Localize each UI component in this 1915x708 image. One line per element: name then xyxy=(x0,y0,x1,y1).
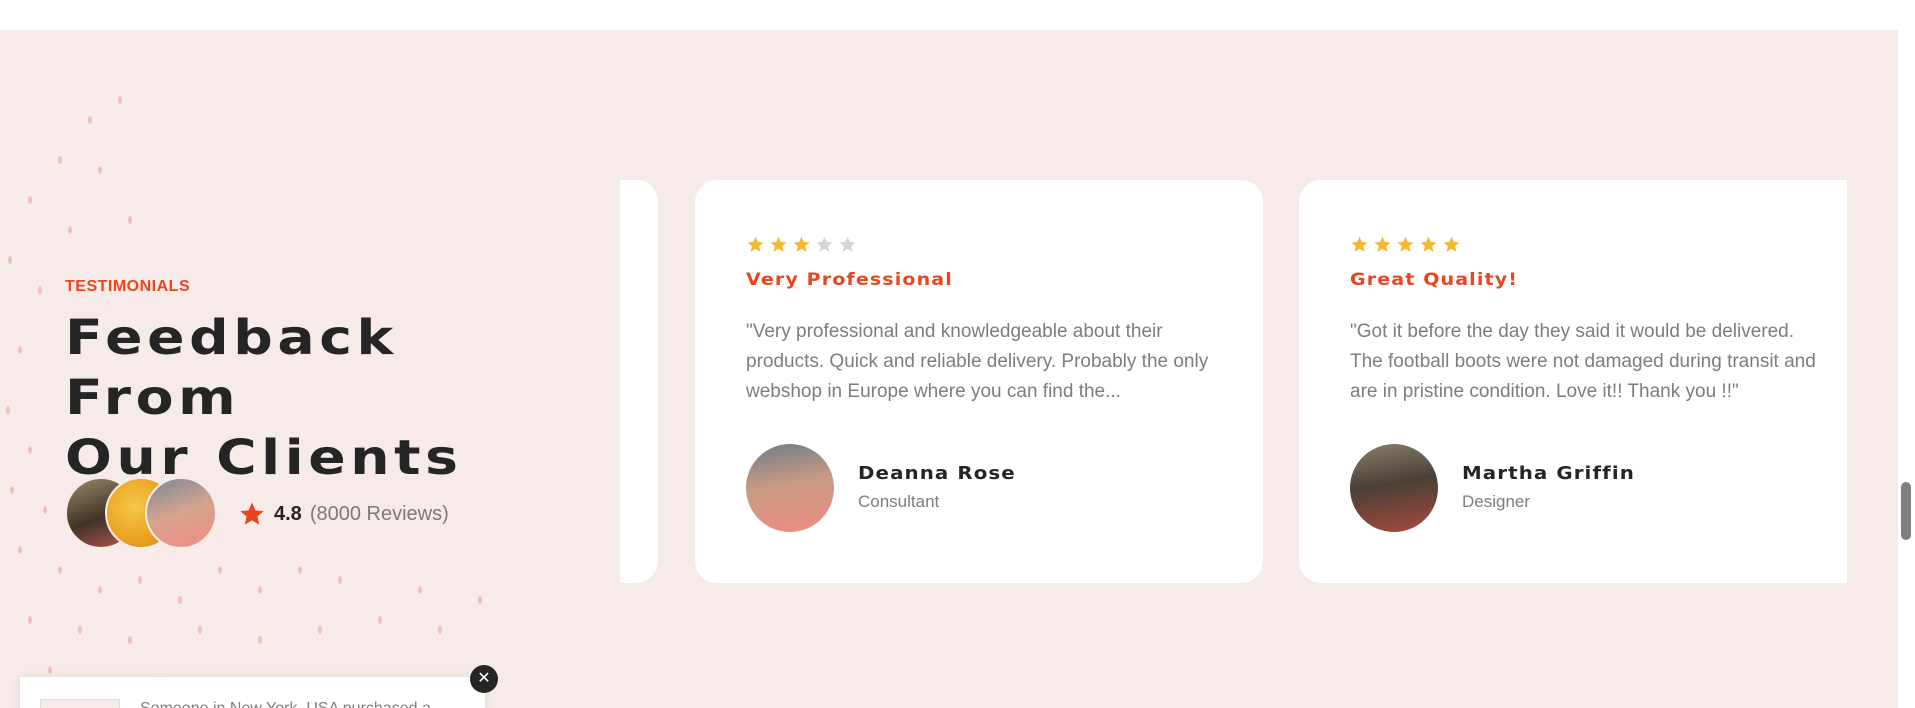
rating-value: 4.8 xyxy=(274,502,302,525)
close-icon[interactable]: ✕ xyxy=(470,665,498,693)
star-filled-icon xyxy=(1420,236,1437,252)
avatar xyxy=(145,477,217,549)
notification-text: Someone in New York, USA purchased a xyxy=(140,700,431,708)
purchase-notification[interactable]: Someone in New York, USA purchased a xyxy=(20,677,485,708)
testimonial-title: Great Quality! xyxy=(1350,270,1519,290)
reviewer-avatar xyxy=(746,444,834,532)
heading-line-1: Feedback From xyxy=(65,310,398,426)
reviewer-name: Martha Griffin xyxy=(1462,463,1635,484)
overall-rating: 4.8 (8000 Reviews) xyxy=(238,500,449,528)
reviewer-role: Designer xyxy=(1462,492,1531,511)
star-filled-icon xyxy=(1443,236,1460,252)
star-rating xyxy=(1350,235,1461,254)
reviewer-role: Consultant xyxy=(858,492,940,511)
section-eyebrow: TESTIMONIALS xyxy=(65,278,191,295)
star-filled-icon xyxy=(793,236,810,252)
customer-avatar-group xyxy=(65,477,225,549)
product-thumbnail xyxy=(40,699,120,708)
star-empty-icon xyxy=(839,236,856,252)
testimonial-card-previous[interactable] xyxy=(620,180,658,583)
testimonial-card: Very Professional "Very professional and… xyxy=(695,180,1263,583)
testimonial-title: Very Professional xyxy=(746,270,953,290)
scrollbar-thumb[interactable] xyxy=(1901,482,1911,540)
star-icon xyxy=(240,502,264,525)
testimonial-quote: "Very professional and knowledgeable abo… xyxy=(746,321,1209,402)
star-rating xyxy=(746,235,857,254)
star-filled-icon xyxy=(747,236,764,252)
testimonial-card: Great Quality! "Got it before the day th… xyxy=(1299,180,1847,583)
star-filled-icon xyxy=(770,236,787,252)
section-heading: Feedback From Our Clients xyxy=(65,308,594,488)
star-filled-icon xyxy=(1351,236,1368,252)
testimonials-section: TESTIMONIALS Feedback From Our Clients 4… xyxy=(0,30,1898,708)
page-top-strip xyxy=(0,0,1898,30)
scrollbar-track[interactable] xyxy=(1898,0,1915,708)
star-empty-icon xyxy=(816,236,833,252)
star-filled-icon xyxy=(1374,236,1391,252)
testimonial-quote: "Got it before the day they said it woul… xyxy=(1350,321,1816,402)
star-filled-icon xyxy=(1397,236,1414,252)
reviewer-avatar xyxy=(1350,444,1438,532)
reviewer-name: Deanna Rose xyxy=(858,463,1016,484)
rating-count: (8000 Reviews) xyxy=(309,502,449,525)
